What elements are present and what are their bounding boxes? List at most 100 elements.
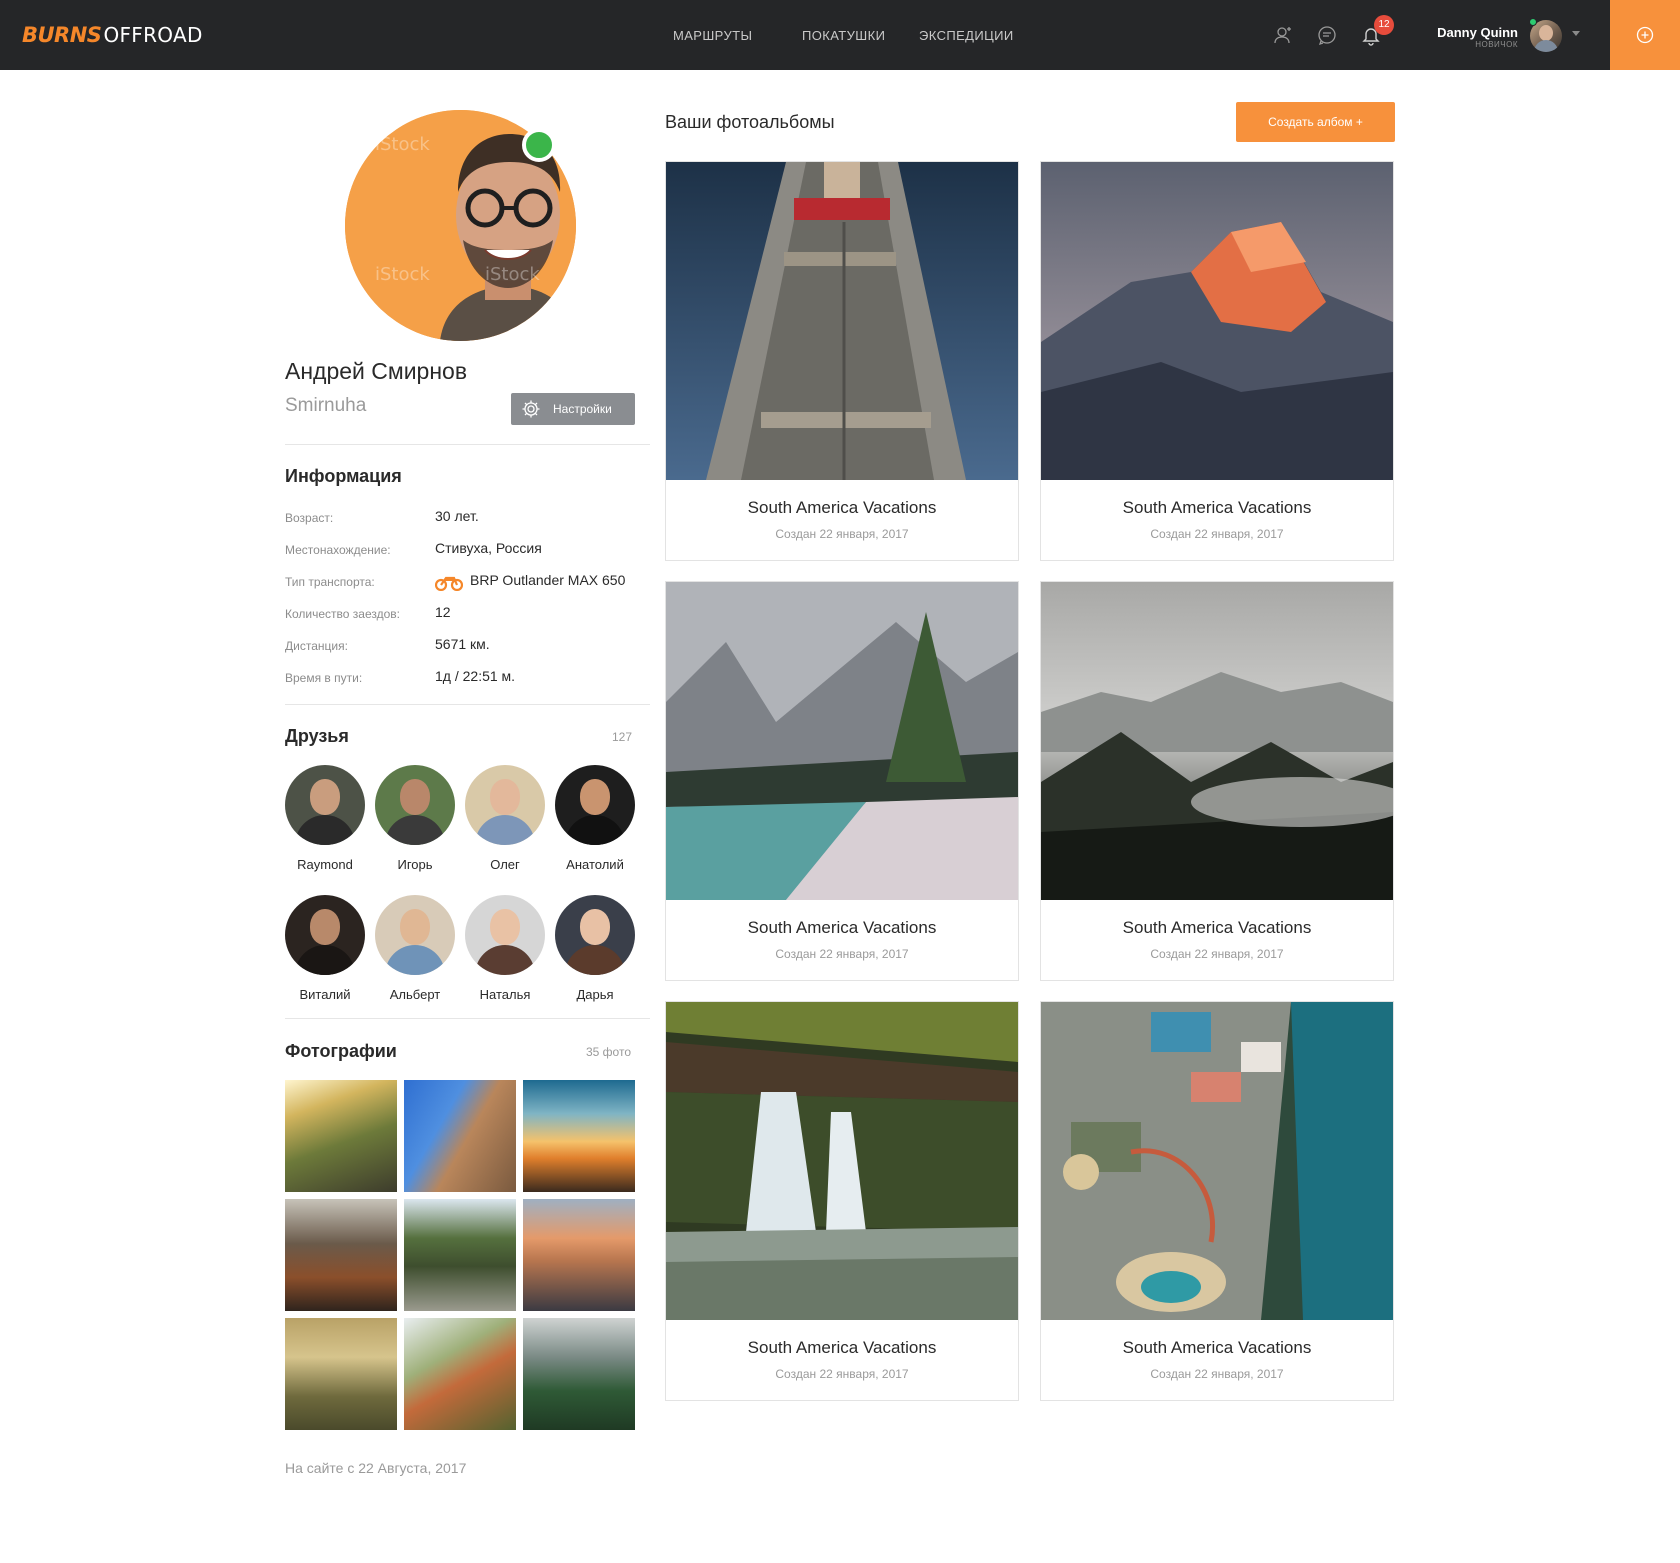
album-cover (666, 162, 1018, 480)
album-card[interactable]: South America Vacations Создан 22 января… (665, 1001, 1019, 1401)
settings-button[interactable]: Настройки (511, 393, 635, 425)
album-title: South America Vacations (1122, 918, 1312, 937)
info-value: 5671 км. (435, 636, 490, 652)
friend-avatar (465, 895, 545, 975)
info-value: BRP Outlander MAX 650 (470, 572, 626, 588)
divider (285, 704, 650, 705)
friend-avatar (465, 765, 545, 845)
album-cover (1041, 1002, 1393, 1320)
motorcycle-icon (435, 576, 463, 591)
header-user-name[interactable]: Danny Quinn (1437, 25, 1518, 40)
info-label: Дистанция: (285, 639, 348, 653)
notification-badge: 12 (1374, 15, 1394, 35)
friend-name: Анатолий (566, 857, 624, 872)
profile-name: Андрей Смирнов (285, 358, 468, 384)
plus-circle-icon (1636, 26, 1654, 44)
friend-avatar (375, 765, 455, 845)
info-label: Местонахождение: (285, 543, 391, 557)
friends-count[interactable]: 127 (612, 730, 632, 744)
album-title: South America Vacations (747, 498, 937, 517)
logo[interactable]: BURNS OFFROAD (22, 22, 203, 48)
friend-name: Дарья (576, 987, 614, 1002)
add-button[interactable] (1610, 0, 1680, 70)
friend-name: Виталий (299, 987, 351, 1002)
svg-text:iStock: iStock (375, 134, 430, 155)
nav-expeditions[interactable]: ЭКСПЕДИЦИИ (919, 0, 1014, 70)
photos-count[interactable]: 35 фото (586, 1045, 631, 1059)
photo-thumb[interactable] (404, 1318, 516, 1430)
photo-thumb[interactable] (285, 1318, 397, 1430)
info-label: Возраст: (285, 511, 334, 525)
settings-label: Настройки (553, 402, 612, 416)
divider (285, 1018, 650, 1019)
album-card[interactable]: South America Vacations Создан 22 января… (1040, 581, 1394, 981)
info-title: Информация (285, 466, 402, 486)
info-value: 12 (435, 604, 451, 620)
friend-item[interactable]: Raymond (280, 765, 370, 875)
nav-rides[interactable]: ПОКАТУШКИ (802, 0, 885, 70)
album-card[interactable]: South America Vacations Создан 22 января… (1040, 1001, 1394, 1401)
photo-thumb[interactable] (523, 1199, 635, 1311)
profile-nickname: Smirnuha (285, 395, 367, 416)
album-card[interactable]: South America Vacations Создан 22 января… (1040, 161, 1394, 561)
top-navbar: BURNS OFFROAD МАРШРУТЫ ПОКАТУШКИ ЭКСПЕДИ… (0, 0, 1680, 70)
info-value: 1д / 22:51 м. (435, 668, 516, 684)
photo-thumb[interactable] (285, 1080, 397, 1192)
user-icon[interactable] (1272, 24, 1294, 46)
gear-icon (522, 400, 540, 418)
info-value: 30 лет. (435, 508, 479, 524)
friend-item[interactable]: Наталья (460, 895, 550, 1005)
friend-name: Игорь (397, 857, 433, 872)
logo-sub: OFFROAD (103, 23, 203, 47)
album-title: South America Vacations (747, 1338, 937, 1357)
friend-item[interactable]: Альберт (370, 895, 460, 1005)
avatar-face (1539, 25, 1553, 41)
album-date: Создан 22 января, 2017 (1150, 1367, 1284, 1381)
friend-avatar (555, 895, 635, 975)
info-row-time: Время в пути: 1д / 22:51 м. (285, 668, 655, 688)
friend-item[interactable]: Анатолий (550, 765, 640, 875)
album-date: Создан 22 января, 2017 (775, 947, 909, 961)
member-since: На сайте с 22 Августа, 2017 (285, 1460, 467, 1476)
photo-thumb[interactable] (523, 1318, 635, 1430)
info-row-transport: Тип транспорта: BRP Outlander MAX 650 (285, 572, 655, 592)
friend-item[interactable]: Игорь (370, 765, 460, 875)
album-cover (1041, 582, 1393, 900)
friends-title: Друзья (285, 726, 349, 746)
album-date: Создан 22 января, 2017 (775, 1367, 909, 1381)
info-label: Количество заездов: (285, 607, 400, 621)
album-card[interactable]: South America Vacations Создан 22 января… (665, 161, 1019, 561)
album-date: Создан 22 января, 2017 (1150, 527, 1284, 541)
friend-avatar (555, 765, 635, 845)
chat-icon[interactable] (1316, 24, 1338, 46)
photo-thumb[interactable] (523, 1080, 635, 1192)
album-title: South America Vacations (1122, 498, 1312, 517)
friend-name: Наталья (479, 987, 531, 1002)
album-cover (666, 582, 1018, 900)
svg-text:iStock: iStock (485, 264, 540, 285)
info-label: Тип транспорта: (285, 575, 375, 589)
friend-item[interactable]: Дарья (550, 895, 640, 1005)
photo-thumb[interactable] (404, 1199, 516, 1311)
logo-brand: BURNS (22, 23, 102, 47)
friend-item[interactable]: Виталий (280, 895, 370, 1005)
friend-avatar (285, 895, 365, 975)
photo-thumb[interactable] (285, 1199, 397, 1311)
chevron-down-icon[interactable] (1572, 31, 1580, 36)
album-title: South America Vacations (747, 918, 937, 937)
photo-thumb[interactable] (404, 1080, 516, 1192)
album-date: Создан 22 января, 2017 (775, 527, 909, 541)
photos-title: Фотографии (285, 1041, 397, 1061)
nav-routes[interactable]: МАРШРУТЫ (673, 0, 752, 70)
info-label: Время в пути: (285, 671, 363, 685)
online-indicator (522, 128, 556, 162)
create-album-button[interactable]: Создать албом + (1236, 102, 1395, 142)
album-date: Создан 22 января, 2017 (1150, 947, 1284, 961)
friend-avatar (375, 895, 455, 975)
info-row-distance: Дистанция: 5671 км. (285, 636, 655, 656)
header-user-role: НОВИЧОК (1475, 40, 1518, 49)
friend-name: Олег (490, 857, 520, 872)
album-card[interactable]: South America Vacations Создан 22 января… (665, 581, 1019, 981)
header-online-indicator (1529, 18, 1537, 26)
friend-item[interactable]: Олег (460, 765, 550, 875)
